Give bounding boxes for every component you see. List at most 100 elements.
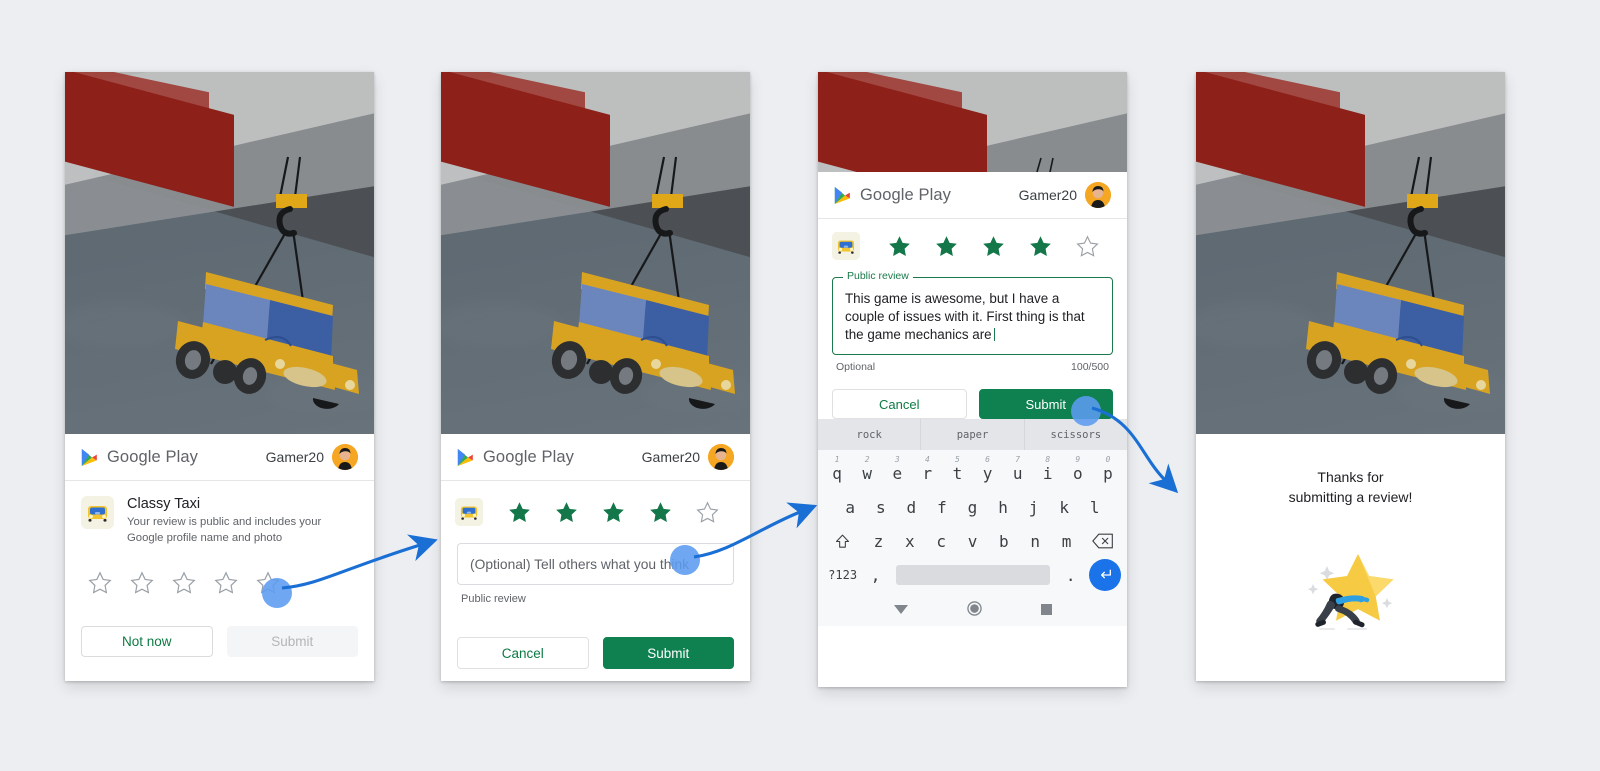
- star-5[interactable]: [1064, 231, 1111, 261]
- star-4[interactable]: [1017, 231, 1064, 261]
- space-key[interactable]: [895, 565, 1051, 585]
- game-artwork: [441, 72, 750, 434]
- suggestion-scissors[interactable]: scissors: [1023, 419, 1127, 450]
- star-1[interactable]: [79, 566, 121, 600]
- key-i[interactable]: 8i: [1033, 455, 1063, 483]
- on-screen-keyboard: rock paper scissors 1q 2w 3e 4r 5t 6y 7u…: [818, 419, 1127, 626]
- key-e[interactable]: 3e: [882, 455, 912, 483]
- key-u[interactable]: 7u: [1003, 455, 1033, 483]
- key-v[interactable]: v: [957, 532, 988, 551]
- star-2[interactable]: [923, 231, 970, 261]
- key-num-5: 5: [955, 454, 960, 464]
- key-o[interactable]: 9o: [1063, 455, 1093, 483]
- key-l[interactable]: l: [1079, 498, 1110, 517]
- app-description: Your review is public and includes your …: [127, 516, 322, 544]
- back-nav-icon[interactable]: [893, 602, 908, 620]
- key-m[interactable]: m: [1051, 532, 1082, 551]
- star-1[interactable]: [876, 231, 923, 261]
- avatar[interactable]: [332, 444, 358, 470]
- star-5[interactable]: [247, 566, 289, 600]
- google-play-icon: [457, 448, 473, 466]
- app-bar: Google Play Gamer20: [65, 434, 374, 481]
- star-1[interactable]: [499, 497, 540, 527]
- cancel-button[interactable]: Cancel: [832, 389, 967, 419]
- key-f[interactable]: f: [927, 498, 958, 517]
- brand-block: Google Play: [457, 448, 574, 467]
- key-y[interactable]: 6y: [973, 455, 1003, 483]
- key-b[interactable]: b: [988, 532, 1019, 551]
- google-play-icon: [81, 448, 97, 466]
- app-text-block: Classy Taxi Your review is public and in…: [127, 496, 339, 546]
- key-d[interactable]: d: [896, 498, 927, 517]
- star-illustration-art: [1307, 553, 1393, 630]
- user-block[interactable]: Gamer20: [266, 444, 358, 470]
- home-nav-icon[interactable]: [966, 601, 982, 621]
- key-num-3: 3: [894, 454, 900, 464]
- symbols-key[interactable]: ?123: [824, 568, 861, 582]
- suggestion-rock[interactable]: rock: [818, 419, 920, 450]
- review-input[interactable]: (Optional) Tell others what you think: [457, 543, 734, 585]
- key-x[interactable]: x: [894, 532, 925, 551]
- key-g[interactable]: g: [957, 498, 988, 517]
- key-t[interactable]: 5t: [942, 455, 972, 483]
- key-p[interactable]: 0p: [1093, 455, 1123, 483]
- submit-button[interactable]: Submit: [602, 637, 734, 669]
- game-artwork: [818, 72, 1127, 172]
- thanks-block: Thanks for submitting a review!: [1196, 434, 1505, 681]
- screen-review-typing: Google Play Gamer20 Public review This g…: [818, 72, 1127, 687]
- optional-label: Optional: [836, 361, 876, 373]
- user-block[interactable]: Gamer20: [642, 444, 734, 470]
- keyboard-rows: 1q 2w 3e 4r 5t 6y 7u 8i 9o 0p a s d f g: [818, 450, 1127, 596]
- star-5[interactable]: [687, 497, 728, 527]
- suggestion-paper[interactable]: paper: [920, 419, 1023, 450]
- key-period[interactable]: .: [1056, 566, 1085, 585]
- key-r[interactable]: 4r: [912, 455, 942, 483]
- key-w[interactable]: 2w: [852, 455, 882, 483]
- avatar-image: [708, 444, 734, 470]
- key-n[interactable]: n: [1020, 532, 1051, 551]
- rating-stars[interactable]: [441, 481, 750, 527]
- key-k[interactable]: k: [1049, 498, 1080, 517]
- submit-button[interactable]: Submit: [978, 389, 1113, 419]
- user-block[interactable]: Gamer20: [1019, 182, 1111, 208]
- review-helper-text: Public review: [461, 593, 526, 605]
- review-input-placeholder: (Optional) Tell others what you think: [470, 556, 690, 572]
- key-comma[interactable]: ,: [861, 566, 890, 585]
- app-bar: Google Play Gamer20: [818, 172, 1127, 219]
- avatar[interactable]: [708, 444, 734, 470]
- recents-nav-icon[interactable]: [1040, 602, 1052, 620]
- star-3[interactable]: [970, 231, 1017, 261]
- keyboard-row-1: 1q 2w 3e 4r 5t 6y 7u 8i 9o 0p: [822, 455, 1123, 490]
- star-4[interactable]: [205, 566, 247, 600]
- suggestion-strip: rock paper scissors: [818, 419, 1127, 450]
- google-play-icon: [834, 186, 850, 204]
- key-j[interactable]: j: [1018, 498, 1049, 517]
- key-h[interactable]: h: [988, 498, 1019, 517]
- review-input-focused[interactable]: Public review This game is awesome, but …: [832, 270, 1113, 355]
- not-now-button[interactable]: Not now: [81, 626, 213, 658]
- star-2[interactable]: [121, 566, 163, 600]
- key-s[interactable]: s: [866, 498, 897, 517]
- star-4[interactable]: [640, 497, 681, 527]
- enter-icon[interactable]: [1089, 559, 1121, 591]
- shift-icon[interactable]: [822, 533, 863, 550]
- app-bar: Google Play Gamer20: [441, 434, 750, 481]
- rating-stars[interactable]: [65, 546, 374, 600]
- key-q[interactable]: 1q: [822, 455, 852, 483]
- cancel-button[interactable]: Cancel: [457, 637, 589, 669]
- rating-stars[interactable]: [818, 219, 1127, 261]
- backspace-icon[interactable]: [1082, 533, 1123, 549]
- star-3[interactable]: [163, 566, 205, 600]
- star-2[interactable]: [546, 497, 587, 527]
- game-artwork: [1196, 72, 1505, 434]
- star-3[interactable]: [593, 497, 634, 527]
- key-num-6: 6: [985, 454, 990, 464]
- avatar[interactable]: [1085, 182, 1111, 208]
- app-summary-row: Classy Taxi Your review is public and in…: [65, 481, 374, 546]
- key-c[interactable]: c: [925, 532, 956, 551]
- key-a[interactable]: a: [835, 498, 866, 517]
- key-z[interactable]: z: [863, 532, 894, 551]
- key-num-4: 4: [924, 454, 930, 464]
- key-num-7: 7: [1015, 454, 1021, 464]
- crane-cable-illustration: [1036, 157, 1054, 172]
